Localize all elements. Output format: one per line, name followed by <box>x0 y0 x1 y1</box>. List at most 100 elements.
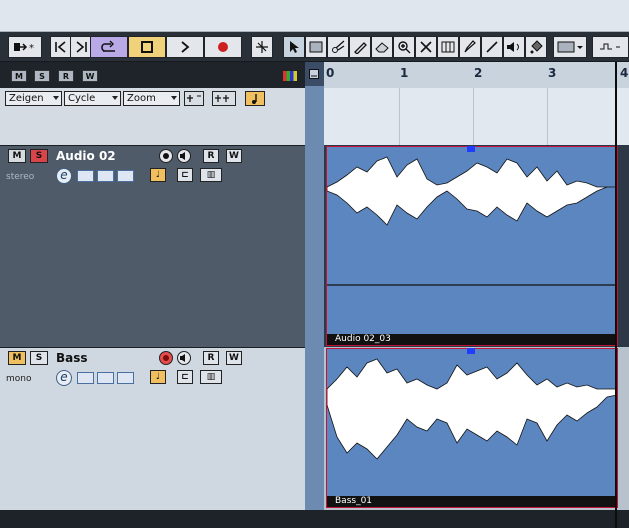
event-volume-handle[interactable] <box>467 348 475 354</box>
add-track-button[interactable] <box>184 91 204 106</box>
edit-channel-button[interactable]: e <box>56 370 72 386</box>
cycle-dropdown-label: Cycle <box>68 93 96 104</box>
mute-tool-button[interactable] <box>415 36 437 58</box>
color-tool-button[interactable] <box>525 36 547 58</box>
play-icon <box>180 41 190 53</box>
grid-line <box>399 88 400 145</box>
insert-button[interactable] <box>77 170 94 182</box>
filter-read-button[interactable]: R <box>58 70 74 82</box>
track-audio-02[interactable]: M S Audio 02 R W stereo e ♩ ⊏ ▥ <box>0 145 305 347</box>
cycle-dropdown[interactable]: Cycle <box>64 91 121 106</box>
monitor-button[interactable] <box>177 149 191 163</box>
track-name[interactable]: Audio 02 <box>56 149 116 163</box>
snap-type-button[interactable] <box>592 36 629 58</box>
eq-button[interactable] <box>97 372 114 384</box>
solo-label: S <box>35 353 43 363</box>
pointer-tool-button[interactable] <box>283 36 305 58</box>
arrange-top-area <box>324 88 629 145</box>
lock-icon: ⊏ <box>181 372 189 382</box>
track-colors-button[interactable] <box>282 70 298 82</box>
snap-button[interactable] <box>251 36 273 58</box>
read-automation-button[interactable]: R <box>203 149 219 163</box>
speaker-tool-button[interactable] <box>503 36 525 58</box>
ruler-bar-2: 2 <box>474 66 483 80</box>
timebase-button[interactable]: ♩ <box>150 370 166 384</box>
read-automation-button[interactable]: R <box>203 351 219 365</box>
lock-button[interactable]: ⊏ <box>177 370 193 384</box>
track-channel-type: mono <box>6 374 32 384</box>
event-waveform <box>327 358 617 460</box>
speaker-icon <box>178 354 190 367</box>
music-note-icon <box>246 94 264 108</box>
timebase-button[interactable]: ♩ <box>150 168 166 182</box>
speaker-tool-icon <box>506 41 522 53</box>
track-channel-type: stereo <box>6 172 35 182</box>
line-tool-button[interactable] <box>481 36 503 58</box>
event-name: Audio 02_03 <box>327 334 617 345</box>
solo-button[interactable]: S <box>30 351 48 365</box>
automation-button[interactable]: * <box>8 36 42 58</box>
show-dropdown[interactable]: Zeigen <box>5 91 62 106</box>
ruler-options-button[interactable] <box>309 69 319 79</box>
cycle-icon <box>99 40 119 54</box>
grid-line <box>473 88 474 145</box>
monitor-button[interactable] <box>177 351 191 365</box>
record-button[interactable] <box>204 36 242 58</box>
write-automation-button[interactable]: W <box>226 149 242 163</box>
audio-event-bass-01[interactable]: Bass_01 <box>326 348 618 508</box>
track-bass[interactable]: M S Bass R W mono e ♩ ⊏ ▥ <box>0 347 305 510</box>
solo-button[interactable]: S <box>30 149 48 163</box>
comp-tool-icon <box>441 41 455 53</box>
filter-mute-button[interactable]: M <box>11 70 27 82</box>
event-volume-handle[interactable] <box>467 146 475 152</box>
insert-button[interactable] <box>77 372 94 384</box>
glue-tool-button[interactable] <box>349 36 371 58</box>
edit-channel-button[interactable]: e <box>56 168 72 184</box>
track-name[interactable]: Bass <box>56 351 88 365</box>
filter-write-label: W <box>85 72 95 81</box>
filter-read-label: R <box>62 72 70 81</box>
edit-label: e <box>60 168 68 182</box>
eq-button[interactable] <box>97 170 114 182</box>
sends-button[interactable] <box>117 170 134 182</box>
zoom-dropdown[interactable]: Zoom <box>123 91 180 106</box>
audio-event-audio-02-03[interactable]: Audio 02_03 <box>326 146 618 346</box>
event-waveform <box>327 156 617 286</box>
record-enable-button[interactable] <box>159 149 173 163</box>
comp-tool-button[interactable] <box>437 36 459 58</box>
record-enable-button[interactable] <box>159 351 173 365</box>
lanes-button[interactable]: ▥ <box>200 168 222 182</box>
write-automation-button[interactable]: W <box>226 351 242 365</box>
filter-mute-label: M <box>15 72 23 81</box>
range-tool-button[interactable] <box>305 36 327 58</box>
lanes-button[interactable]: ▥ <box>200 370 222 384</box>
speaker-icon <box>178 152 190 165</box>
add-multi-track-button[interactable] <box>212 91 236 106</box>
lock-button[interactable]: ⊏ <box>177 168 193 182</box>
mute-button[interactable]: M <box>8 149 26 163</box>
mute-button[interactable]: M <box>8 351 26 365</box>
filter-write-button[interactable]: W <box>82 70 98 82</box>
line-tool-icon <box>485 40 499 54</box>
go-to-end-button[interactable] <box>70 36 91 58</box>
color-select-button[interactable] <box>553 36 587 58</box>
split-tool-button[interactable] <box>327 36 349 58</box>
zoom-tool-button[interactable] <box>393 36 415 58</box>
lock-icon: ⊏ <box>181 170 189 180</box>
music-mode-button[interactable] <box>245 91 265 106</box>
project-cursor <box>615 62 617 528</box>
stop-button[interactable] <box>128 36 166 58</box>
svg-text:*: * <box>29 43 34 54</box>
sends-button[interactable] <box>117 372 134 384</box>
read-label: R <box>207 353 215 363</box>
filter-solo-button[interactable]: S <box>34 70 50 82</box>
music-note-icon: ♩ <box>155 170 161 180</box>
draw-tool-button[interactable] <box>459 36 481 58</box>
play-button[interactable] <box>166 36 204 58</box>
bottom-bar <box>0 510 629 528</box>
ruler-bar-1: 1 <box>400 66 409 80</box>
cycle-button[interactable] <box>90 36 128 58</box>
erase-tool-button[interactable] <box>371 36 393 58</box>
go-to-start-button[interactable] <box>50 36 71 58</box>
mute-tool-icon <box>420 41 432 53</box>
